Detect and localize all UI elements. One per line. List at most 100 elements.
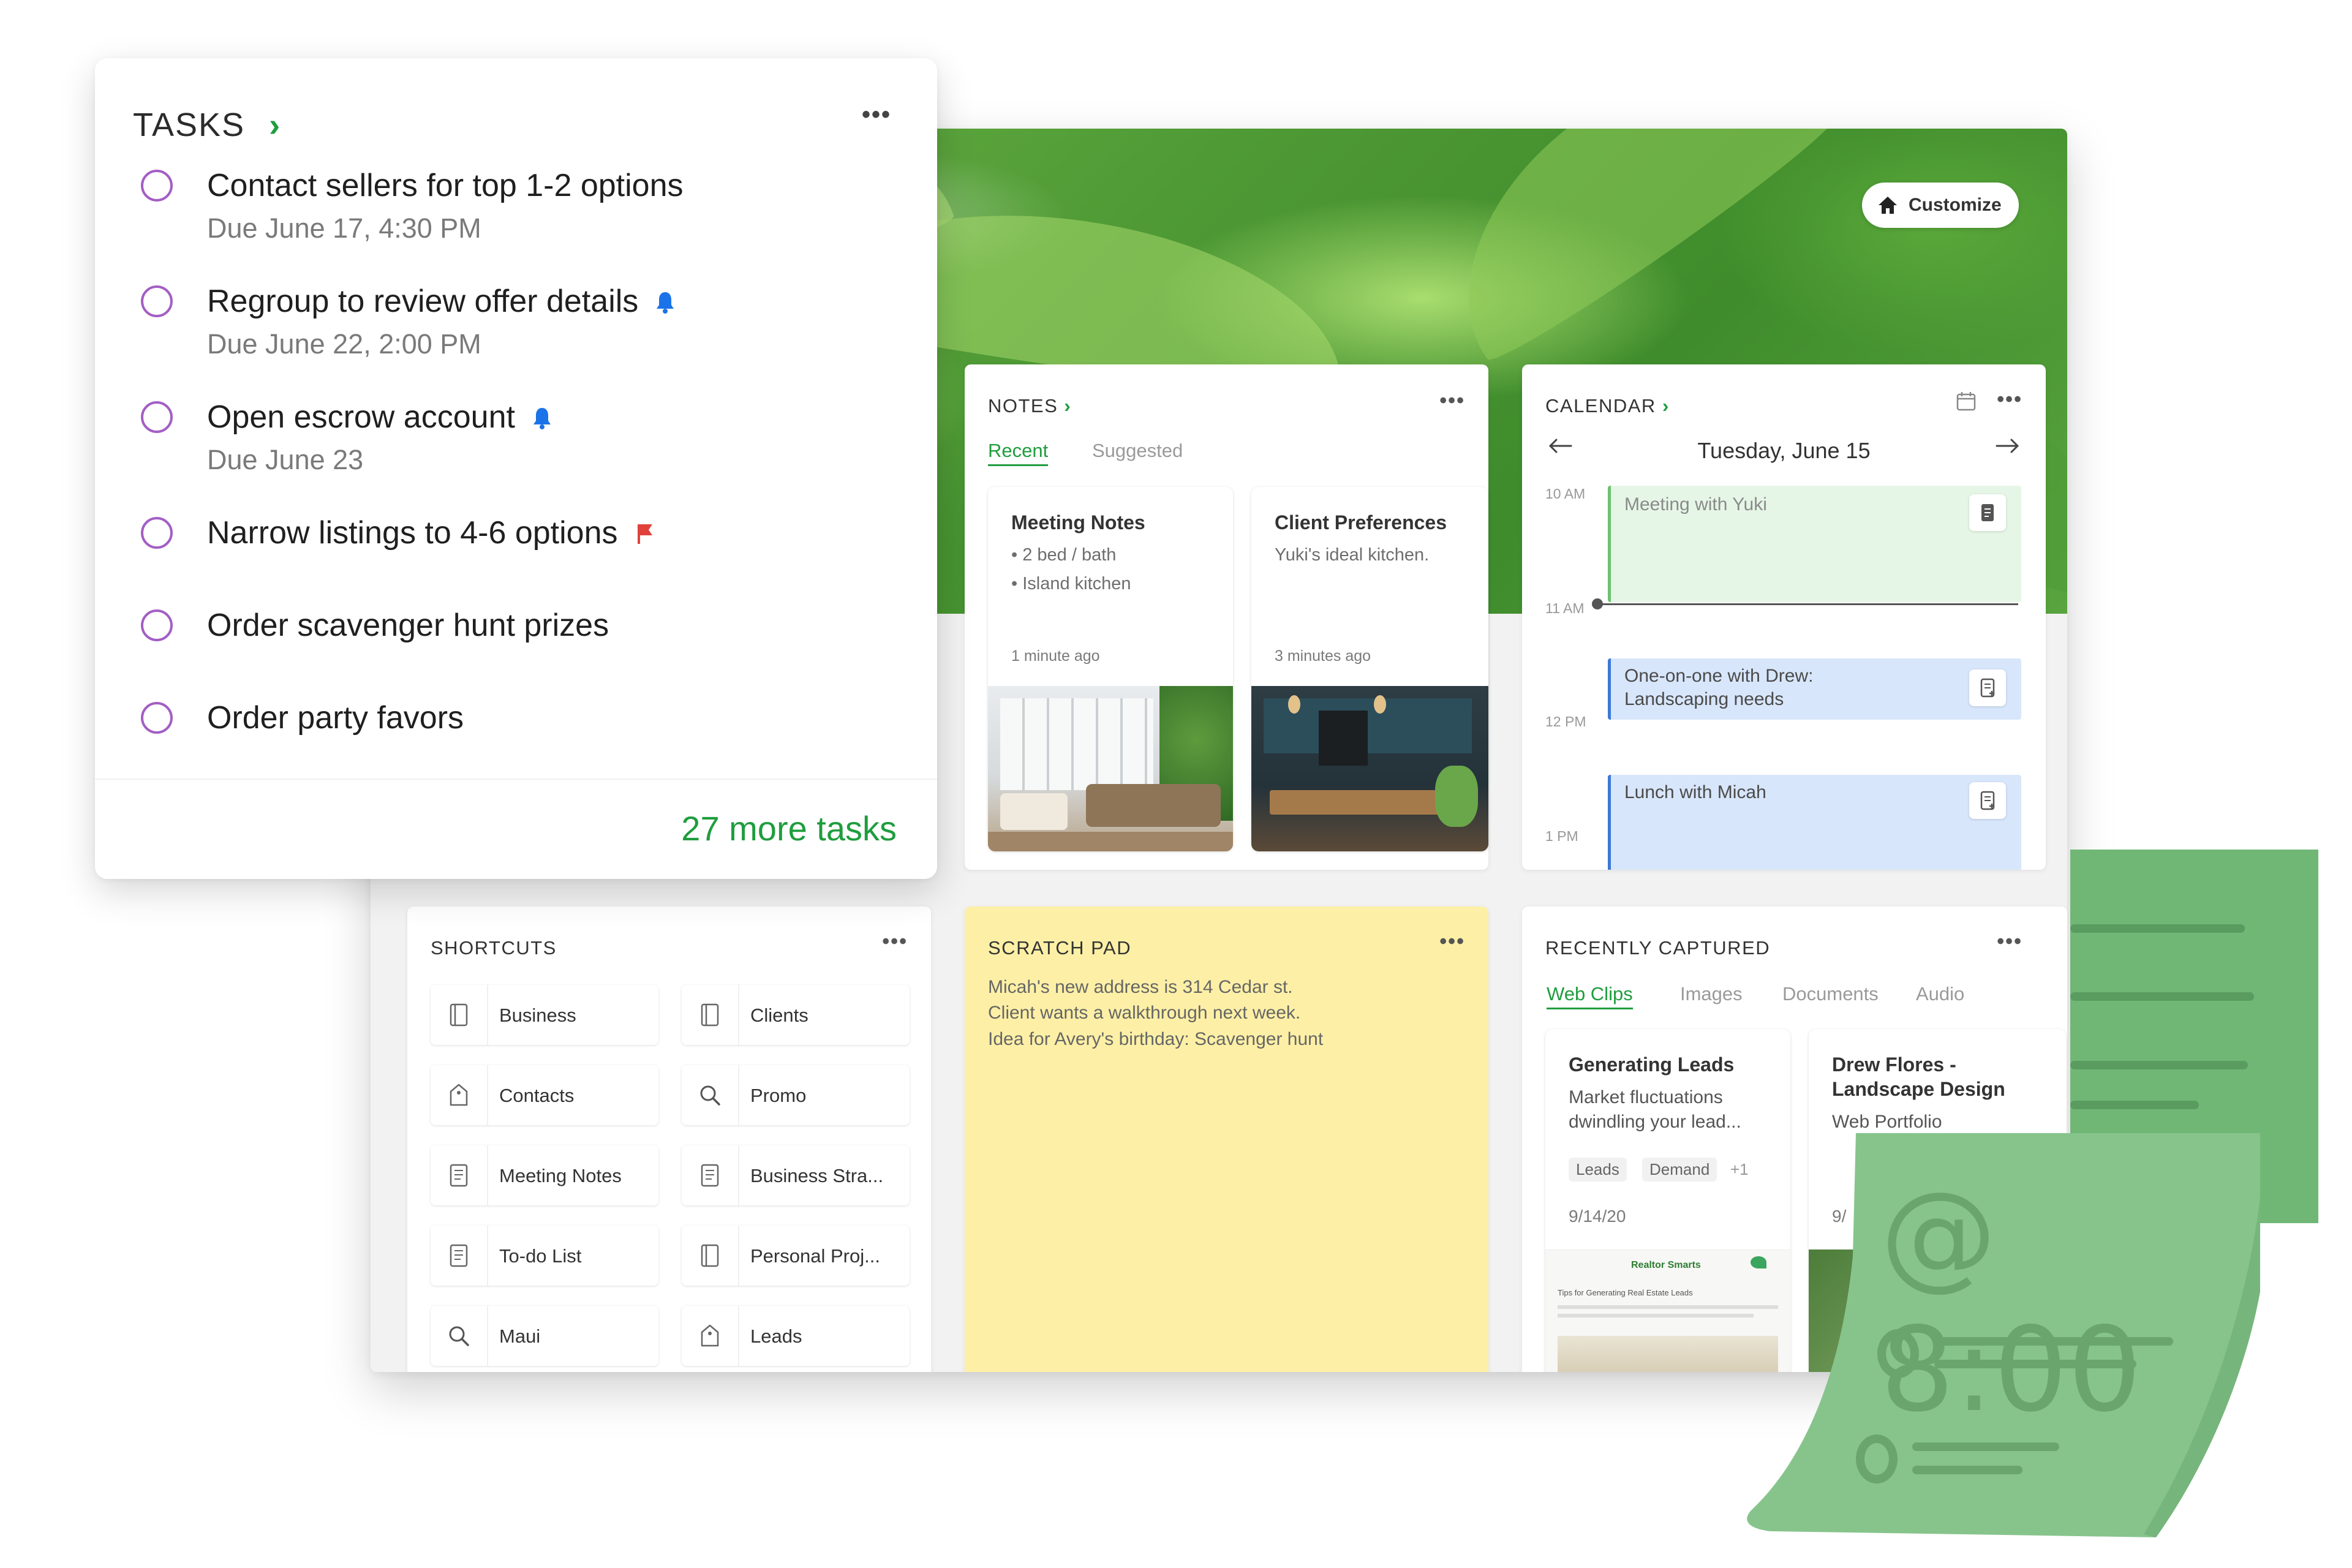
task-checkbox[interactable] (141, 702, 173, 734)
shortcut-item[interactable]: Clients (682, 985, 910, 1045)
shortcut-label: Business Stra... (750, 1165, 884, 1186)
note-card[interactable]: Meeting Notes • 2 bed / bath • Island ki… (988, 487, 1233, 851)
task-checkbox[interactable] (141, 170, 173, 202)
shortcut-item[interactable]: Meeting Notes (431, 1145, 658, 1205)
current-time-indicator (1597, 603, 2018, 605)
shortcut-label: Promo (750, 1085, 807, 1106)
note-time: 3 minutes ago (1275, 647, 1371, 665)
shortcut-label: Business (499, 1005, 576, 1026)
time-label: 12 PM (1545, 714, 1586, 729)
more-options-icon[interactable]: ••• (1997, 388, 2022, 412)
tasks-divider (95, 778, 937, 780)
thumb-title: Realtor Smarts (1631, 1260, 1701, 1270)
time-label: 1 PM (1545, 828, 1578, 844)
event-title-line: One-on-one with Drew: (1624, 666, 1814, 686)
note-attachment-icon[interactable] (1969, 782, 2006, 819)
shortcut-item[interactable]: Business (431, 985, 658, 1045)
calendar-event[interactable]: One-on-one with Drew: Landscaping needs (1608, 658, 2021, 720)
note-attachment-icon[interactable] (1969, 669, 2006, 706)
task-checkbox[interactable] (141, 285, 173, 317)
note-icon (682, 1145, 739, 1205)
task-title[interactable]: Narrow listings to 4-6 options (207, 514, 618, 551)
note-title: Meeting Notes (1011, 511, 1145, 533)
calendar-title[interactable]: CALENDAR › (1545, 395, 1670, 417)
calendar-icon[interactable] (1955, 390, 1977, 412)
more-options-icon[interactable]: ••• (862, 101, 891, 129)
task-due-date: Due June 17, 4:30 PM (207, 213, 481, 244)
note-thumbnail (1251, 686, 1488, 851)
sticky-line (1912, 1466, 2022, 1474)
sticky-time: @ 8:00 (1880, 1167, 2142, 1438)
arrow-right-icon[interactable] (1994, 437, 2021, 455)
calendar-event[interactable]: Lunch with Micah (1608, 775, 2021, 870)
chevron-right-icon: › (1662, 395, 1670, 417)
shortcut-label: Leads (750, 1325, 802, 1347)
tasks-title[interactable]: TASKS › (133, 106, 281, 144)
current-time-dot (1592, 598, 1603, 609)
task-title[interactable]: Order scavenger hunt prizes (207, 607, 609, 644)
event-title-line: Landscaping needs (1624, 689, 1784, 709)
more-tasks-link[interactable]: 27 more tasks (681, 809, 897, 848)
tab-web-clips[interactable]: Web Clips (1547, 983, 1633, 1009)
tab-recent[interactable]: Recent (988, 440, 1049, 466)
shortcut-item[interactable]: Personal Proj... (682, 1226, 910, 1286)
recently-captured-title: RECENTLY CAPTURED (1545, 937, 1771, 959)
task-checkbox[interactable] (141, 609, 173, 641)
calendar-event[interactable]: Meeting with Yuki (1608, 486, 2021, 602)
task-due-date: Due June 23 (207, 444, 364, 475)
shortcut-item[interactable]: To-do List (431, 1226, 658, 1286)
tag-icon (682, 1306, 739, 1366)
note-title: Client Preferences (1275, 511, 1447, 533)
shortcut-label: To-do List (499, 1245, 582, 1267)
more-options-icon[interactable]: ••• (1439, 930, 1465, 954)
tab-audio[interactable]: Audio (1916, 983, 1964, 1005)
search-icon (431, 1306, 488, 1366)
shortcut-item[interactable]: Maui (431, 1306, 658, 1366)
task-title[interactable]: Contact sellers for top 1-2 options (207, 167, 684, 204)
shortcut-item[interactable]: Business Stra... (682, 1145, 910, 1205)
chevron-right-icon: › (1064, 395, 1072, 417)
note-attachment-icon[interactable] (1969, 494, 2006, 531)
clip-title: Generating Leads (1569, 1054, 1735, 1076)
shortcut-item[interactable]: Contacts (431, 1065, 658, 1125)
time-label: 11 AM (1545, 600, 1585, 616)
tag-icon (431, 1065, 488, 1125)
note-icon (431, 1145, 488, 1205)
chevron-right-icon: › (269, 107, 282, 143)
clip-text: Web Portfolio (1832, 1112, 1942, 1132)
customize-button[interactable]: Customize (1862, 183, 2019, 228)
tasks-widget: TASKS › ••• Contact sellers for top 1-2 … (95, 58, 937, 879)
notebook-icon (682, 1226, 739, 1286)
task-title[interactable]: Regroup to review offer details (207, 283, 638, 320)
shortcut-item[interactable]: Promo (682, 1065, 910, 1125)
task-title[interactable]: Open escrow account (207, 399, 515, 435)
tag-chip[interactable]: Demand (1642, 1158, 1717, 1182)
flag-icon (634, 522, 656, 549)
shortcut-label: Clients (750, 1005, 809, 1026)
event-title: Meeting with Yuki (1624, 494, 1767, 514)
more-options-icon[interactable]: ••• (1439, 389, 1465, 413)
note-thumbnail (988, 686, 1233, 851)
task-checkbox[interactable] (141, 517, 173, 549)
note-line: Yuki's ideal kitchen. (1275, 545, 1430, 565)
tab-images[interactable]: Images (1680, 983, 1743, 1005)
scratch-pad-line: Micah's new address is 314 Cedar st. (988, 977, 1293, 997)
time-label: 10 AM (1545, 486, 1586, 502)
note-line: • Island kitchen (1011, 574, 1131, 594)
shortcuts-title: SHORTCUTS (431, 937, 557, 959)
home-icon (1879, 197, 1897, 214)
tab-suggested[interactable]: Suggested (1092, 440, 1183, 462)
scratch-pad-widget[interactable]: SCRATCH PAD ••• Micah's new address is 3… (965, 907, 1488, 1372)
more-options-icon[interactable]: ••• (1997, 930, 2022, 954)
tab-documents[interactable]: Documents (1782, 983, 1879, 1005)
notes-title[interactable]: NOTES › (988, 395, 1071, 417)
note-card[interactable]: Client Preferences Yuki's ideal kitchen.… (1251, 487, 1488, 851)
more-options-icon[interactable]: ••• (882, 930, 908, 954)
task-checkbox[interactable] (141, 401, 173, 433)
shortcut-item[interactable]: Leads (682, 1306, 910, 1366)
tag-chip[interactable]: Leads (1569, 1158, 1627, 1182)
shortcut-label: Maui (499, 1325, 541, 1347)
task-title[interactable]: Order party favors (207, 699, 464, 736)
calendar-date: Tuesday, June 15 (1697, 438, 1871, 463)
event-title: Lunch with Micah (1624, 782, 1766, 802)
